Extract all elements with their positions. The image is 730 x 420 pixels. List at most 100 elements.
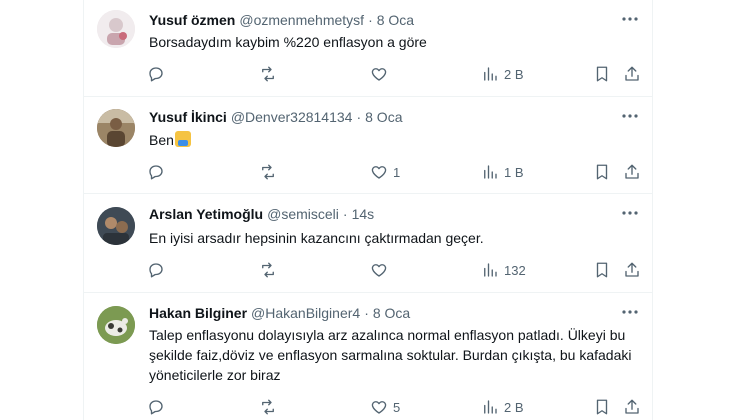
timestamp[interactable]: 14s (352, 206, 375, 222)
retweet-icon (262, 66, 274, 82)
separator-dot: · (364, 305, 369, 321)
share-icon (625, 262, 639, 277)
views-icon (484, 400, 497, 414)
views-count: 132 (504, 262, 526, 278)
person-raising-hand-emoji (174, 131, 191, 147)
retweet-button[interactable] (259, 62, 282, 86)
bookmark-button[interactable] (593, 62, 611, 86)
retweet-button[interactable] (259, 258, 282, 282)
tweet-header: Yusuf özmen @ozmenmehmetysf · 8 Oca (149, 10, 638, 30)
share-icon (625, 399, 639, 414)
retweet-button[interactable] (259, 395, 282, 419)
avatar-image (97, 109, 135, 147)
like-icon (371, 401, 387, 414)
views-button[interactable]: 1 B (481, 160, 524, 184)
tweet-2[interactable]: Yusuf İkinci @Denver32814134 · 8 Oca Ben… (84, 97, 652, 194)
timestamp[interactable]: 8 Oca (377, 12, 414, 28)
bookmark-icon (596, 66, 608, 82)
timestamp[interactable]: 8 Oca (373, 305, 410, 321)
action-bar: 2 B (84, 62, 652, 86)
action-bar: 132 (84, 258, 652, 282)
reply-button[interactable] (147, 62, 170, 86)
separator-dot: · (368, 12, 373, 28)
more-icon[interactable] (620, 107, 640, 125)
views-count: 2 B (504, 399, 524, 415)
bookmark-icon (596, 164, 608, 180)
views-count: 1 B (504, 164, 524, 180)
avatar-image (97, 10, 135, 48)
avatar[interactable] (97, 109, 135, 147)
tweet-header: Yusuf İkinci @Denver32814134 · 8 Oca (149, 107, 638, 127)
like-icon (371, 68, 387, 81)
separator-dot: · (342, 206, 348, 222)
like-icon (371, 264, 387, 277)
share-icon (625, 164, 639, 179)
action-bar: 5 2 B (84, 395, 652, 419)
user-handle[interactable]: @semisceli (267, 206, 339, 222)
like-count: 5 (393, 399, 401, 415)
reply-button[interactable] (147, 160, 170, 184)
display-name[interactable]: Hakan Bilginer (149, 305, 247, 321)
retweet-icon (262, 164, 274, 180)
tweet-4[interactable]: Hakan Bilginer @HakanBilginer4 · 8 Oca T… (84, 293, 652, 420)
retweet-button[interactable] (259, 160, 282, 184)
bookmark-button[interactable] (593, 395, 611, 419)
avatar[interactable] (97, 306, 135, 344)
tweet-header: Arslan Yetimoğlu @semisceli · 14s (149, 204, 638, 224)
tweet-header: Hakan Bilginer @HakanBilginer4 · 8 Oca (149, 303, 638, 323)
reply-button[interactable] (147, 395, 170, 419)
timestamp[interactable]: 8 Oca (365, 109, 402, 125)
user-handle[interactable]: @ozmenmehmetysf (239, 12, 364, 28)
like-button[interactable] (370, 62, 393, 86)
tweet-1[interactable]: Yusuf özmen @ozmenmehmetysf · 8 Oca Bors… (84, 0, 652, 97)
more-icon[interactable] (620, 10, 640, 28)
bookmark-icon (596, 262, 608, 278)
action-bar: 1 1 B (84, 160, 652, 184)
retweet-icon (262, 262, 274, 278)
like-icon (371, 166, 387, 179)
retweet-icon (262, 399, 274, 415)
share-button[interactable] (623, 160, 641, 184)
reply-icon (149, 165, 163, 180)
more-icon[interactable] (620, 303, 640, 321)
separator-dot: · (356, 109, 362, 125)
bookmark-button[interactable] (593, 258, 611, 282)
share-button[interactable] (623, 395, 641, 419)
views-icon (484, 165, 497, 179)
like-button[interactable]: 5 (370, 395, 400, 419)
avatar-image (97, 207, 135, 245)
timeline-right-border (652, 0, 653, 420)
views-count: 2 B (504, 66, 524, 82)
views-button[interactable]: 132 (481, 258, 526, 282)
display-name[interactable]: Yusuf İkinci (149, 109, 227, 125)
like-count: 1 (393, 164, 401, 180)
avatar[interactable] (97, 207, 135, 245)
tweet-text: Borsadaydım kaybim %220 enflasyon a göre (149, 34, 427, 50)
views-icon (484, 263, 497, 277)
views-icon (484, 67, 497, 81)
views-button[interactable]: 2 B (481, 395, 524, 419)
reply-button[interactable] (147, 258, 170, 282)
views-button[interactable]: 2 B (481, 62, 524, 86)
avatar-image (97, 306, 135, 344)
tweet-text: Ben (149, 130, 638, 150)
avatar[interactable] (97, 10, 135, 48)
bookmark-button[interactable] (593, 160, 611, 184)
display-name[interactable]: Arslan Yetimoğlu (149, 206, 263, 222)
tweet-text: En iyisi arsadır hepsinin kazancını çakt… (149, 230, 484, 246)
user-handle[interactable]: @HakanBilginer4 (251, 305, 360, 321)
user-handle[interactable]: @Denver32814134 (231, 109, 353, 125)
tweet-3[interactable]: Arslan Yetimoğlu @semisceli · 14s En iyi… (84, 194, 652, 293)
bookmark-icon (596, 399, 608, 415)
reply-icon (149, 263, 163, 278)
like-button[interactable]: 1 (370, 160, 400, 184)
share-button[interactable] (623, 62, 641, 86)
display-name[interactable]: Yusuf özmen (149, 12, 235, 28)
like-button[interactable] (370, 258, 393, 282)
tweet-text: Talep enflasyonu dolayısıyla arz azalınc… (149, 327, 632, 383)
share-icon (625, 66, 639, 81)
share-button[interactable] (623, 258, 641, 282)
reply-icon (149, 400, 163, 415)
reply-icon (149, 67, 163, 82)
more-icon[interactable] (620, 204, 640, 222)
